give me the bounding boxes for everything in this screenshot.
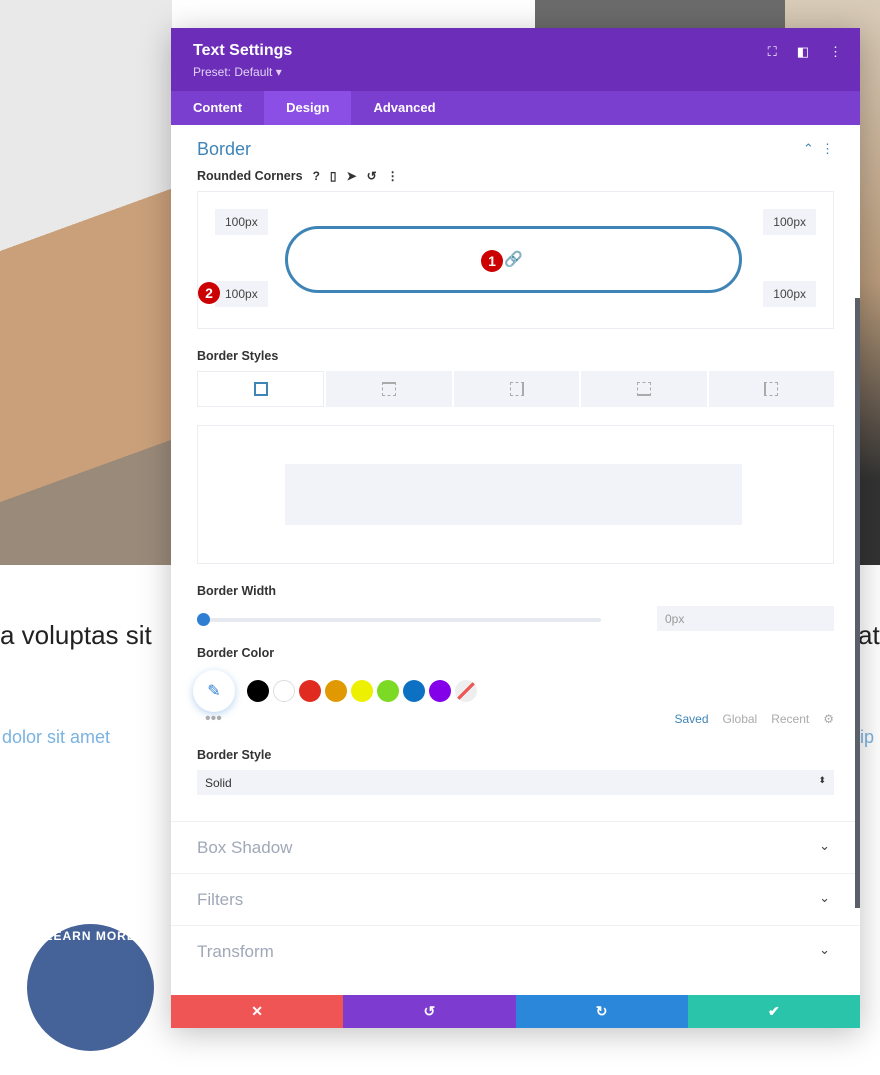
fullscreen-icon[interactable]: ⛶ (768, 44, 777, 60)
more-icon[interactable]: ⋮ (387, 169, 399, 183)
background-text-right: ate (858, 620, 880, 650)
chevron-down-icon: ⌄ (819, 890, 830, 905)
border-color-label: Border Color (197, 646, 275, 660)
rounded-corners-label: Rounded Corners (197, 169, 303, 183)
square-bottom-icon (636, 382, 651, 396)
close-icon: ✕ (251, 1003, 263, 1019)
select-arrows-icon: ⬍ (818, 775, 826, 785)
square-top-icon (382, 382, 397, 396)
square-icon (253, 382, 268, 396)
color-tab-recent[interactable]: Recent (771, 712, 809, 726)
step-badge-2: 2 (198, 282, 220, 304)
background-photo-left (0, 0, 172, 565)
border-side-top[interactable] (326, 371, 452, 407)
eyedropper-icon[interactable]: ✎ (193, 670, 235, 712)
section-title: Border (197, 139, 252, 159)
border-sides-selector (197, 371, 835, 407)
reset-icon[interactable]: ↺ (367, 169, 377, 183)
border-style-label: Border Style (197, 748, 272, 762)
tab-bar: Content Design Advanced (171, 91, 860, 125)
link-icon[interactable]: 🔗 (504, 250, 523, 268)
swatch-purple[interactable] (429, 680, 451, 702)
border-side-all[interactable] (197, 371, 325, 407)
color-swatches: ✎ (197, 670, 834, 712)
swatch-orange[interactable] (325, 680, 347, 702)
more-icon[interactable]: ⋮ (821, 141, 834, 156)
swatch-red[interactable] (299, 680, 321, 702)
border-side-left[interactable] (708, 371, 835, 407)
undo-button[interactable]: ↺ (343, 995, 516, 1028)
background-photo-top (535, 0, 785, 28)
border-side-bottom[interactable] (581, 371, 707, 407)
section-filters[interactable]: Filters ⌄ (171, 873, 860, 925)
undo-icon: ↺ (423, 1003, 436, 1019)
corner-bottom-left-input[interactable]: 100px (215, 281, 268, 307)
corner-bottom-right-input[interactable]: 100px (763, 281, 816, 307)
section-box-shadow[interactable]: Box Shadow ⌄ (171, 821, 860, 873)
color-tab-global[interactable]: Global (723, 712, 758, 726)
square-right-icon (509, 382, 524, 396)
border-width-slider[interactable] (197, 606, 834, 634)
swatch-blue[interactable] (403, 680, 425, 702)
section-title: Box Shadow (197, 838, 293, 857)
select-value: Solid (205, 776, 232, 790)
section-title: Filters (197, 890, 244, 909)
background-gap (435, 0, 535, 28)
section-border-title[interactable]: Border ⌃ ⋮ (197, 125, 834, 169)
swatch-none-icon[interactable] (455, 680, 477, 702)
border-style-select[interactable]: Solid ⬍ (197, 770, 834, 795)
chevron-down-icon: ⌄ (819, 942, 830, 957)
scrollbar[interactable] (855, 298, 860, 908)
swatch-green[interactable] (377, 680, 399, 702)
tab-design[interactable]: Design (264, 91, 352, 125)
cursor-icon[interactable]: ➤ (347, 169, 357, 183)
slider-handle[interactable] (197, 613, 210, 626)
modal-footer: ✕ ↺ ↻ ✔ (171, 995, 860, 1028)
settings-modal: Text Settings Preset: Default ▾ ⛶ ◧ ⋮ Co… (171, 28, 860, 1028)
corner-top-right-input[interactable]: 100px (763, 209, 816, 235)
modal-header: Text Settings Preset: Default ▾ ⛶ ◧ ⋮ (171, 28, 860, 91)
mobile-icon[interactable]: ▯ (330, 169, 337, 183)
learn-more-button[interactable]: LEARN MORE (27, 924, 154, 1051)
more-icon[interactable]: ⋮ (829, 44, 842, 60)
save-button[interactable]: ✔ (687, 995, 860, 1028)
swatch-white[interactable] (273, 680, 295, 702)
help-icon[interactable]: ? (313, 169, 320, 183)
chevron-up-icon[interactable]: ⌃ (803, 141, 814, 156)
section-title: Transform (197, 942, 274, 961)
modal-title: Text Settings (193, 42, 293, 59)
swatch-black[interactable] (247, 680, 269, 702)
border-styles-label: Border Styles (197, 349, 279, 363)
corner-top-left-input[interactable]: 100px (215, 209, 268, 235)
redo-icon: ↻ (595, 1003, 608, 1019)
background-text: a voluptas sit (0, 620, 152, 650)
background-link-right[interactable]: ip (860, 727, 874, 748)
color-tab-saved[interactable]: Saved (674, 712, 708, 726)
square-left-icon (764, 382, 779, 396)
swatch-yellow[interactable] (351, 680, 373, 702)
slider-track[interactable] (197, 618, 601, 622)
rounded-corners-control: 100px 100px 100px 100px 🔗 1 2 (197, 191, 834, 329)
split-view-icon[interactable]: ◧ (797, 44, 809, 60)
redo-button[interactable]: ↻ (515, 995, 688, 1028)
background-link[interactable]: dolor sit amet (2, 727, 110, 748)
border-width-label: Border Width (197, 584, 277, 598)
border-preview (197, 425, 834, 564)
tab-advanced[interactable]: Advanced (351, 91, 457, 125)
preset-dropdown[interactable]: Preset: Default ▾ (193, 65, 838, 79)
tab-content[interactable]: Content (171, 91, 264, 125)
check-icon: ✔ (768, 1003, 780, 1019)
border-width-input[interactable] (657, 606, 834, 631)
more-colors-icon[interactable]: ••• (205, 710, 222, 728)
section-transform[interactable]: Transform ⌄ (171, 925, 860, 977)
chevron-down-icon: ⌄ (819, 838, 830, 853)
border-side-right[interactable] (453, 371, 580, 407)
gear-icon[interactable]: ⚙ (823, 712, 834, 726)
step-badge-1: 1 (481, 250, 503, 272)
cancel-button[interactable]: ✕ (171, 995, 344, 1028)
